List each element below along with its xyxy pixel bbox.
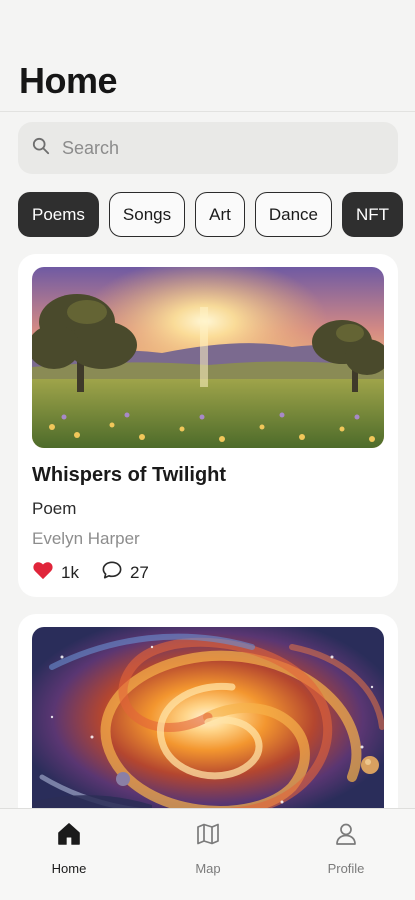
like-button[interactable]: 1k	[32, 560, 79, 585]
chip-songs[interactable]: Songs	[108, 192, 186, 237]
tab-profile[interactable]: Profile	[306, 821, 386, 876]
comment-button[interactable]: 27	[101, 560, 149, 585]
app-screen: Home Poems Songs Art Dance NFT	[0, 0, 415, 900]
feed-card[interactable]	[18, 614, 398, 834]
card-image[interactable]	[32, 627, 384, 821]
like-count: 1k	[61, 562, 79, 582]
chip-poems[interactable]: Poems	[18, 192, 99, 237]
search-input[interactable]	[62, 137, 362, 159]
comment-count: 27	[129, 562, 149, 582]
tab-home-label: Home	[51, 861, 87, 876]
comment-icon	[101, 560, 130, 585]
chip-nft[interactable]: NFT	[342, 192, 404, 237]
search-icon	[32, 137, 50, 160]
chip-art[interactable]: Art	[195, 192, 245, 237]
tab-home[interactable]: Home	[29, 821, 109, 876]
home-icon	[56, 821, 82, 852]
tab-profile-label: Profile	[327, 861, 365, 876]
map-icon	[195, 821, 221, 852]
search-bar[interactable]	[18, 122, 398, 174]
page-title: Home	[19, 60, 118, 101]
profile-icon	[333, 821, 359, 852]
heart-icon	[32, 560, 61, 585]
category-chips: Poems Songs Art Dance NFT	[18, 192, 404, 237]
chip-dance[interactable]: Dance	[254, 192, 332, 237]
card-type: Poem	[32, 499, 77, 518]
card-image[interactable]	[32, 267, 384, 448]
card-stats: 1k 27	[32, 560, 171, 585]
tab-map-label: Map	[195, 861, 221, 876]
bottom-tab-bar: Home Map Profile	[0, 808, 415, 900]
header: Home	[0, 0, 415, 112]
feed-card[interactable]: Whispers of Twilight Poem Evelyn Harper …	[18, 254, 398, 597]
card-title[interactable]: Whispers of Twilight	[32, 464, 226, 487]
tab-map[interactable]: Map	[168, 821, 248, 876]
card-author[interactable]: Evelyn Harper	[32, 529, 140, 549]
